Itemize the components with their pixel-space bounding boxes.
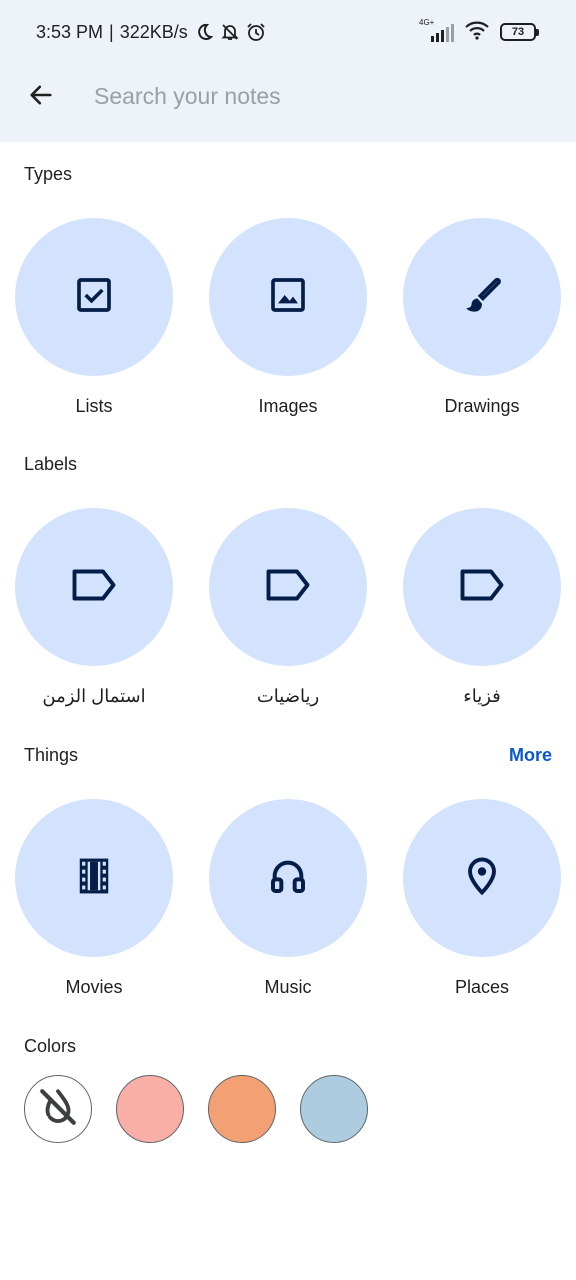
film-icon: [77, 857, 111, 900]
things-more-link[interactable]: More: [509, 745, 552, 766]
tile-circle: [403, 218, 561, 376]
wifi-icon: [464, 20, 490, 45]
tile-label: رياضيات: [256, 686, 320, 706]
type-tile-drawings[interactable]: Drawings: [403, 218, 561, 417]
type-tile-images[interactable]: Images: [209, 218, 367, 417]
image-icon: [268, 275, 308, 320]
tile-label: Images: [258, 396, 318, 416]
search-row: [0, 64, 576, 128]
tile-label: Music: [264, 977, 312, 997]
battery-level: 73: [511, 26, 525, 38]
labels-section-title: Labels: [24, 454, 78, 474]
tile-circle: [15, 508, 173, 666]
location-pin-icon: [464, 856, 500, 901]
type-tile-lists[interactable]: Lists: [15, 218, 173, 417]
back-button[interactable]: [20, 76, 62, 118]
tile-circle: [209, 508, 367, 666]
brush-icon: [461, 274, 503, 321]
status-left: 3:53 PM | 322KB/s: [36, 20, 266, 44]
tile-circle: [403, 799, 561, 957]
moon-icon: [194, 22, 214, 42]
status-right: 4G+ 73: [419, 18, 539, 45]
battery-icon: 73: [500, 23, 539, 41]
tile-label: استمال الزمن: [42, 686, 146, 706]
tile-circle: [209, 218, 367, 376]
thing-tile-music[interactable]: Music: [209, 799, 367, 998]
tile-label: فزياء: [463, 686, 501, 706]
label-tile-3[interactable]: فزياء: [403, 508, 561, 707]
bell-off-icon: [220, 22, 240, 42]
color-off-icon: [37, 1086, 79, 1133]
tile-label: Places: [454, 977, 510, 997]
status-time: 3:53 PM: [36, 21, 104, 42]
label-tile-2[interactable]: رياضيات: [209, 508, 367, 707]
top-app-bar: 3:53 PM | 322KB/s 4G+ 73 Search your not…: [0, 0, 576, 142]
alarm-icon: [246, 22, 266, 42]
color-swatch-coral[interactable]: [116, 1075, 184, 1143]
status-separator: |: [109, 21, 114, 42]
label-tile-1[interactable]: استمال الزمن: [15, 508, 173, 707]
network-type: 4G+: [419, 18, 435, 27]
tile-label: Lists: [75, 396, 113, 416]
status-bar: 3:53 PM | 322KB/s 4G+ 73: [0, 0, 576, 64]
tile-circle: [403, 508, 561, 666]
tile-label: Drawings: [444, 396, 520, 416]
signal-icon: 4G+: [419, 18, 454, 42]
label-icon: [70, 567, 118, 608]
colors-section-title: Colors: [24, 1036, 77, 1056]
types-section-title: Types: [24, 164, 73, 184]
arrow-back-icon: [27, 81, 55, 114]
thing-tile-places[interactable]: Places: [403, 799, 561, 998]
tile-circle: [209, 799, 367, 957]
status-speed: 322KB/s: [119, 21, 188, 42]
checkbox-icon: [74, 275, 114, 320]
thing-tile-movies[interactable]: Movies: [15, 799, 173, 998]
color-swatch-peach[interactable]: [208, 1075, 276, 1143]
color-swatch-fog[interactable]: [300, 1075, 368, 1143]
search-input[interactable]: [94, 78, 534, 114]
tile-circle: [15, 799, 173, 957]
label-icon: [458, 567, 506, 608]
things-section-title: Things: [24, 745, 79, 765]
label-icon: [264, 567, 312, 608]
tile-label: Movies: [65, 977, 123, 997]
tile-circle: [15, 218, 173, 376]
headphones-icon: [268, 856, 308, 901]
color-swatch-none[interactable]: [24, 1075, 92, 1143]
